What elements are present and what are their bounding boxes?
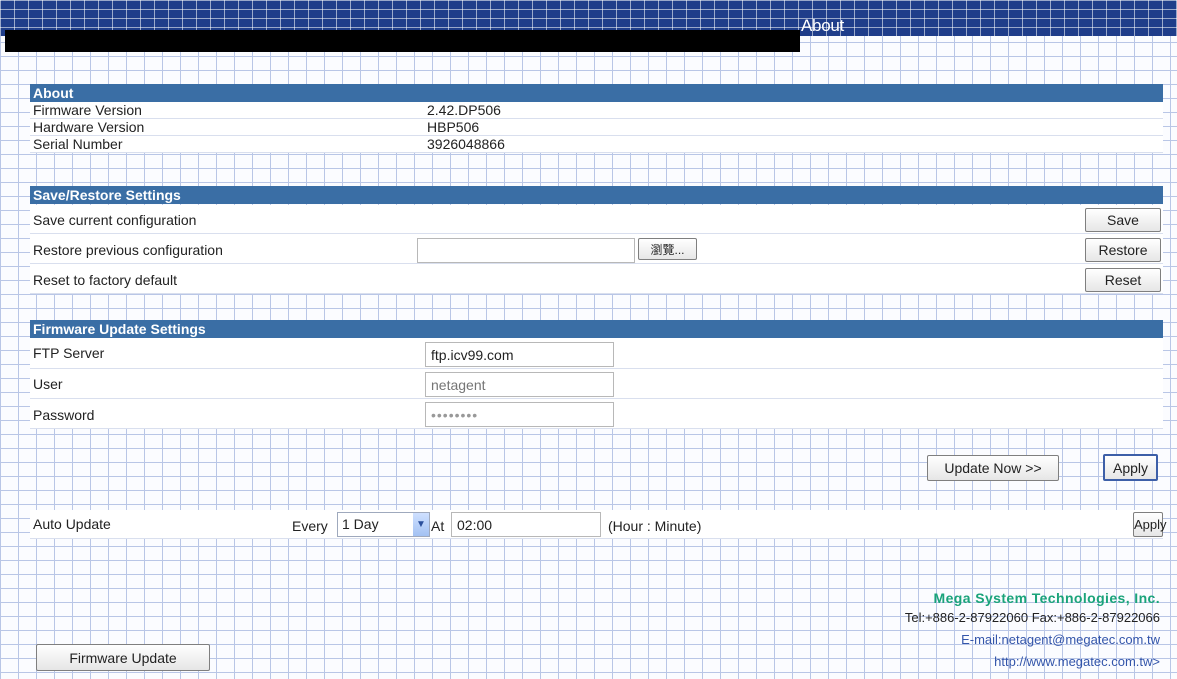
- about-row-serial: Serial Number 3926048866: [30, 136, 1163, 153]
- firmware-update-button[interactable]: Firmware Update: [36, 644, 210, 671]
- firmware-version-value: 2.42.DP506: [427, 102, 501, 118]
- interval-select[interactable]: 1 Day ▼: [337, 512, 430, 537]
- time-hint: (Hour : Minute): [608, 518, 702, 534]
- at-label: At: [431, 518, 445, 534]
- reset-label: Reset to factory default: [33, 272, 177, 288]
- reset-button[interactable]: Reset: [1085, 268, 1161, 292]
- company-website[interactable]: http://www.megatec.com.tw>: [994, 654, 1160, 669]
- serial-number-value: 3926048866: [427, 136, 505, 152]
- restore-label: Restore previous configuration: [33, 242, 223, 258]
- company-phone: Tel:+886-2-87922060 Fax:+886-2-87922066: [904, 610, 1160, 625]
- user-label: User: [33, 376, 63, 392]
- company-email[interactable]: E-mail:netagent@megatec.com.tw: [961, 632, 1160, 647]
- about-row-hardware: Hardware Version HBP506: [30, 119, 1163, 136]
- auto-update-label: Auto Update: [33, 516, 111, 532]
- interval-select-value: 1 Day: [342, 516, 379, 532]
- password-label: Password: [33, 407, 95, 423]
- auto-update-apply-button[interactable]: Apply: [1133, 512, 1167, 537]
- every-label: Every: [292, 518, 328, 534]
- serial-number-label: Serial Number: [33, 136, 123, 152]
- firmware-apply-button[interactable]: Apply: [1103, 454, 1158, 481]
- save-row: Save current configuration: [30, 205, 1163, 234]
- user-input[interactable]: [425, 372, 614, 397]
- save-button[interactable]: Save: [1085, 208, 1161, 232]
- page-title: About: [801, 16, 844, 35]
- chevron-down-icon[interactable]: ▼: [413, 513, 429, 536]
- firmware-version-label: Firmware Version: [33, 102, 142, 118]
- restore-file-input[interactable]: [417, 238, 635, 263]
- firmware-update-section-header: Firmware Update Settings: [30, 320, 1163, 338]
- company-name: Mega System Technologies, Inc.: [933, 590, 1160, 606]
- save-label: Save current configuration: [33, 212, 197, 228]
- restore-button[interactable]: Restore: [1085, 238, 1161, 262]
- password-input[interactable]: [425, 402, 614, 427]
- hardware-version-label: Hardware Version: [33, 119, 145, 135]
- header-black-bar: [5, 30, 800, 52]
- time-input[interactable]: [451, 512, 601, 537]
- hardware-version-value: HBP506: [427, 119, 480, 135]
- about-section-header: About: [30, 84, 1163, 102]
- reset-row: Reset to factory default: [30, 264, 1163, 294]
- browse-button[interactable]: 瀏覽...: [638, 238, 697, 260]
- update-now-button[interactable]: Update Now >>: [927, 455, 1059, 481]
- ftp-server-input[interactable]: [425, 342, 614, 367]
- ftp-server-label: FTP Server: [33, 345, 105, 361]
- about-row-firmware: Firmware Version 2.42.DP506: [30, 102, 1163, 119]
- save-restore-section-header: Save/Restore Settings: [30, 186, 1163, 204]
